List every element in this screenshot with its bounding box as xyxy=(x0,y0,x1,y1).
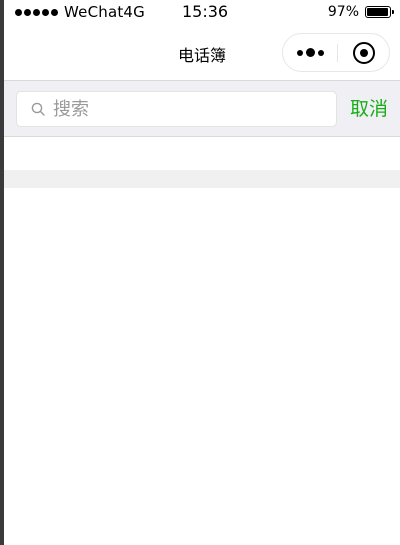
battery-icon xyxy=(365,6,394,18)
miniprogram-capsule xyxy=(282,33,390,72)
signal-strength-icon xyxy=(15,8,58,16)
battery-percent: 97% xyxy=(327,4,359,20)
target-icon[interactable] xyxy=(337,34,391,71)
phone-screen: WeChat4G 15:36 97% 电话簿 搜索 取消 xyxy=(0,0,400,545)
status-bar: WeChat4G 15:36 97% xyxy=(4,0,400,26)
more-dots-icon[interactable] xyxy=(283,34,337,71)
results-area xyxy=(4,188,400,545)
carrier-name: WeChat4G xyxy=(64,3,146,21)
status-time: 15:36 xyxy=(182,2,229,21)
cancel-button[interactable]: 取消 xyxy=(350,96,388,122)
search-box[interactable] xyxy=(16,91,337,127)
navigation-bar: 电话簿 xyxy=(4,26,400,80)
search-input[interactable] xyxy=(53,94,323,124)
section-separator xyxy=(4,170,400,188)
battery-status: 97% xyxy=(327,2,394,22)
signal-carrier: WeChat4G xyxy=(15,2,145,22)
search-icon xyxy=(31,102,45,116)
search-bar: 取消 xyxy=(4,80,400,137)
